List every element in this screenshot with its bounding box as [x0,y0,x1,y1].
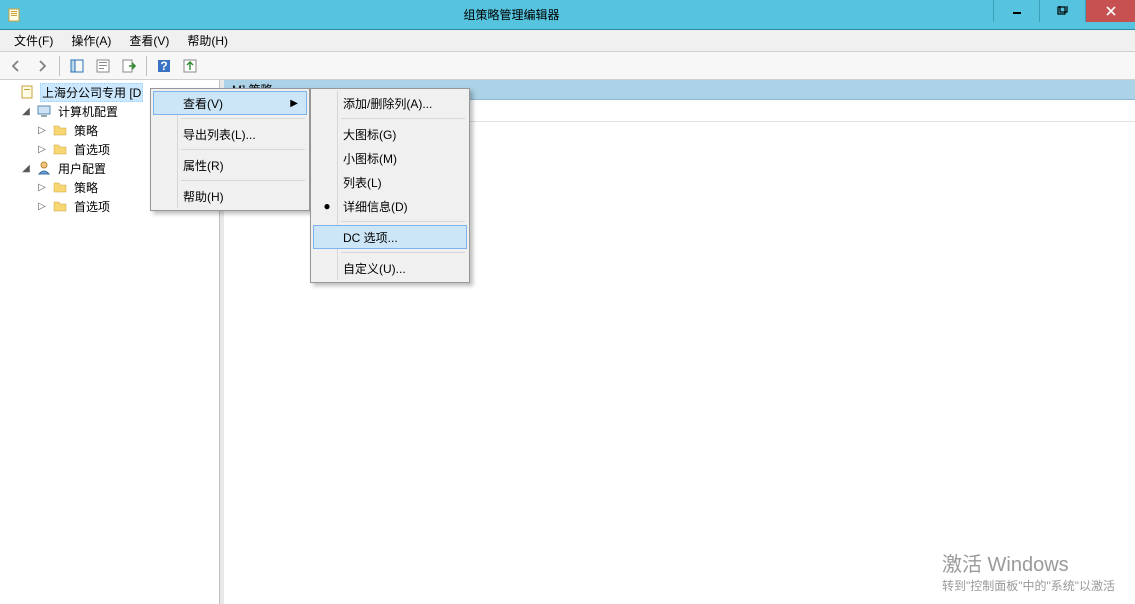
menu-item-label: 属性(R) [183,157,224,174]
menu-item-label: 列表(L) [343,174,382,191]
menu-separator [341,118,465,119]
submenu-item-small-icons[interactable]: 小图标(M) [313,146,467,170]
submenu-item-large-icons[interactable]: 大图标(G) [313,122,467,146]
title-bar: 组策略管理编辑器 [0,0,1135,30]
tree-label: 用户配置 [56,160,108,177]
menu-separator [341,252,465,253]
context-menu-item-properties[interactable]: 属性(R) [153,153,307,177]
menu-separator [341,221,465,222]
folder-icon [52,122,68,138]
window-title: 组策略管理编辑器 [30,6,993,23]
toolbar-separator [146,56,147,76]
submenu-item-custom[interactable]: 自定义(U)... [313,256,467,280]
menu-help[interactable]: 帮助(H) [179,30,236,51]
menu-file[interactable]: 文件(F) [6,30,61,51]
context-submenu-view: 添加/删除列(A)... 大图标(G) 小图标(M) 列表(L) ● 详细信息(… [310,88,470,283]
submenu-item-add-remove-columns[interactable]: 添加/删除列(A)... [313,91,467,115]
maximize-button[interactable] [1039,0,1085,22]
tree-twisty-icon[interactable]: ◢ [20,163,32,174]
menu-separator [181,149,305,150]
toolbar-refresh-button[interactable] [178,54,202,78]
tree-label: 首选项 [72,198,112,215]
tree-twisty-icon[interactable]: ▷ [36,182,48,193]
toolbar-help-button[interactable]: ? [152,54,176,78]
menu-item-label: 自定义(U)... [343,260,406,277]
tree-label: 计算机配置 [56,103,120,120]
submenu-item-dc-options[interactable]: DC 选项... [313,225,467,249]
toolbar-back-button[interactable] [4,54,28,78]
toolbar-show-hide-tree-button[interactable] [65,54,89,78]
toolbar-separator [59,56,60,76]
tree-twisty-icon[interactable]: ▷ [36,125,48,136]
tree-twisty-icon[interactable]: ▷ [36,201,48,212]
menu-item-label: DC 选项... [343,229,398,246]
user-icon [36,160,52,176]
body: 上海分公司专用 [D ◢ 计算机配置 ▷ 策略 [0,80,1135,604]
tree-root-label: 上海分公司专用 [D [40,83,143,102]
menu-separator [181,180,305,181]
menu-action[interactable]: 操作(A) [63,30,119,51]
radio-mark-icon: ● [319,198,335,214]
menu-item-label: 导出列表(L)... [183,126,256,143]
folder-icon [52,198,68,214]
menu-bar: 文件(F) 操作(A) 查看(V) 帮助(H) [0,30,1135,52]
folder-icon [52,179,68,195]
tree-label: 首选项 [72,141,112,158]
app-icon [0,0,30,30]
submenu-arrow-icon: ▶ [290,98,298,109]
context-menu: 查看(V) ▶ 导出列表(L)... 属性(R) 帮助(H) [150,88,310,211]
tree-label: 策略 [72,179,100,196]
menu-item-label: 帮助(H) [183,188,224,205]
toolbar-forward-button[interactable] [30,54,54,78]
context-menu-item-export-list[interactable]: 导出列表(L)... [153,122,307,146]
context-menu-item-view[interactable]: 查看(V) ▶ [153,91,307,115]
window-controls [993,0,1135,29]
toolbar-export-button[interactable] [117,54,141,78]
toolbar: ? [0,52,1135,80]
submenu-item-list[interactable]: 列表(L) [313,170,467,194]
tree-twisty-icon[interactable]: ◢ [20,106,32,117]
tree-twisty-icon[interactable]: ▷ [36,144,48,155]
menu-item-label: 添加/删除列(A)... [343,95,432,112]
folder-icon [52,141,68,157]
minimize-button[interactable] [993,0,1039,22]
menu-item-label: 大图标(G) [343,126,396,143]
submenu-item-details[interactable]: ● 详细信息(D) [313,194,467,218]
menu-item-label: 查看(V) [183,95,223,112]
toolbar-properties-button[interactable] [91,54,115,78]
menu-view[interactable]: 查看(V) [121,30,177,51]
menu-item-label: 详细信息(D) [343,198,408,215]
policy-icon [20,84,36,100]
tree-label: 策略 [72,122,100,139]
context-menu-item-help[interactable]: 帮助(H) [153,184,307,208]
close-button[interactable] [1085,0,1135,22]
computer-icon [36,103,52,119]
svg-text:?: ? [160,59,167,73]
menu-item-label: 小图标(M) [343,150,397,167]
menu-separator [181,118,305,119]
